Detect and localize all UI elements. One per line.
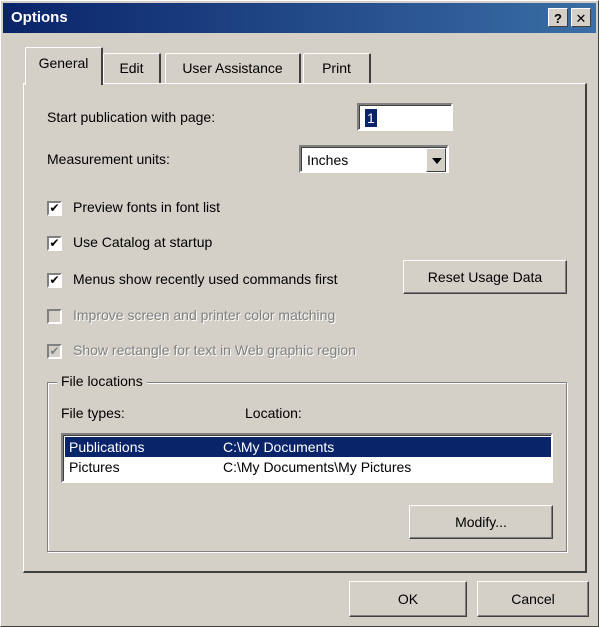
web-rectangle-checkbox: ✔: [47, 344, 62, 359]
menus-recent-checkbox[interactable]: ✔: [47, 273, 62, 288]
measurement-units-value: Inches: [307, 152, 349, 168]
measurement-units-select[interactable]: Inches: [299, 145, 449, 173]
menus-recent-label: Menus show recently used commands first: [73, 271, 338, 287]
use-catalog-checkbox[interactable]: ✔: [47, 236, 62, 251]
file-types-header: File types:: [61, 405, 125, 421]
color-matching-label: Improve screen and printer color matchin…: [73, 307, 336, 323]
web-rectangle-label: Show rectangle for text in Web graphic r…: [73, 342, 357, 358]
cancel-button[interactable]: Cancel: [477, 581, 589, 617]
preview-fonts-label: Preview fonts in font list: [73, 199, 221, 215]
color-matching-checkbox: [47, 309, 62, 324]
list-item[interactable]: Publications C:\My Documents: [65, 437, 551, 457]
tab-edit[interactable]: Edit: [103, 53, 161, 83]
file-locations-list[interactable]: Publications C:\My Documents Pictures C:…: [61, 433, 553, 483]
reset-usage-data-button[interactable]: Reset Usage Data: [403, 260, 567, 294]
close-button[interactable]: ✕: [571, 8, 591, 27]
measurement-units-label: Measurement units:: [47, 151, 170, 167]
location-cell: C:\My Documents: [223, 439, 335, 455]
start-page-input[interactable]: 1: [357, 103, 453, 131]
file-locations-title: File locations: [57, 373, 147, 389]
location-header: Location:: [245, 405, 302, 421]
options-dialog: Options ? ✕ General Edit User Assistance…: [0, 0, 599, 627]
start-page-value: 1: [365, 109, 377, 127]
help-button[interactable]: ?: [548, 8, 568, 27]
dialog-title: Options: [11, 9, 68, 26]
modify-button[interactable]: Modify...: [409, 505, 553, 539]
file-type-cell: Publications: [69, 439, 145, 455]
start-page-label: Start publication with page:: [47, 109, 216, 125]
tab-general[interactable]: General: [25, 47, 103, 85]
file-type-cell: Pictures: [69, 459, 120, 475]
preview-fonts-checkbox[interactable]: ✔: [47, 201, 62, 216]
title-bar[interactable]: Options ? ✕: [3, 3, 596, 33]
list-item[interactable]: Pictures C:\My Documents\My Pictures: [65, 457, 551, 477]
use-catalog-label: Use Catalog at startup: [73, 234, 213, 250]
chevron-down-icon[interactable]: [426, 148, 446, 172]
location-cell: C:\My Documents\My Pictures: [223, 459, 412, 475]
tab-print[interactable]: Print: [303, 53, 371, 83]
ok-button[interactable]: OK: [349, 581, 467, 617]
tab-user-assistance[interactable]: User Assistance: [165, 53, 301, 83]
